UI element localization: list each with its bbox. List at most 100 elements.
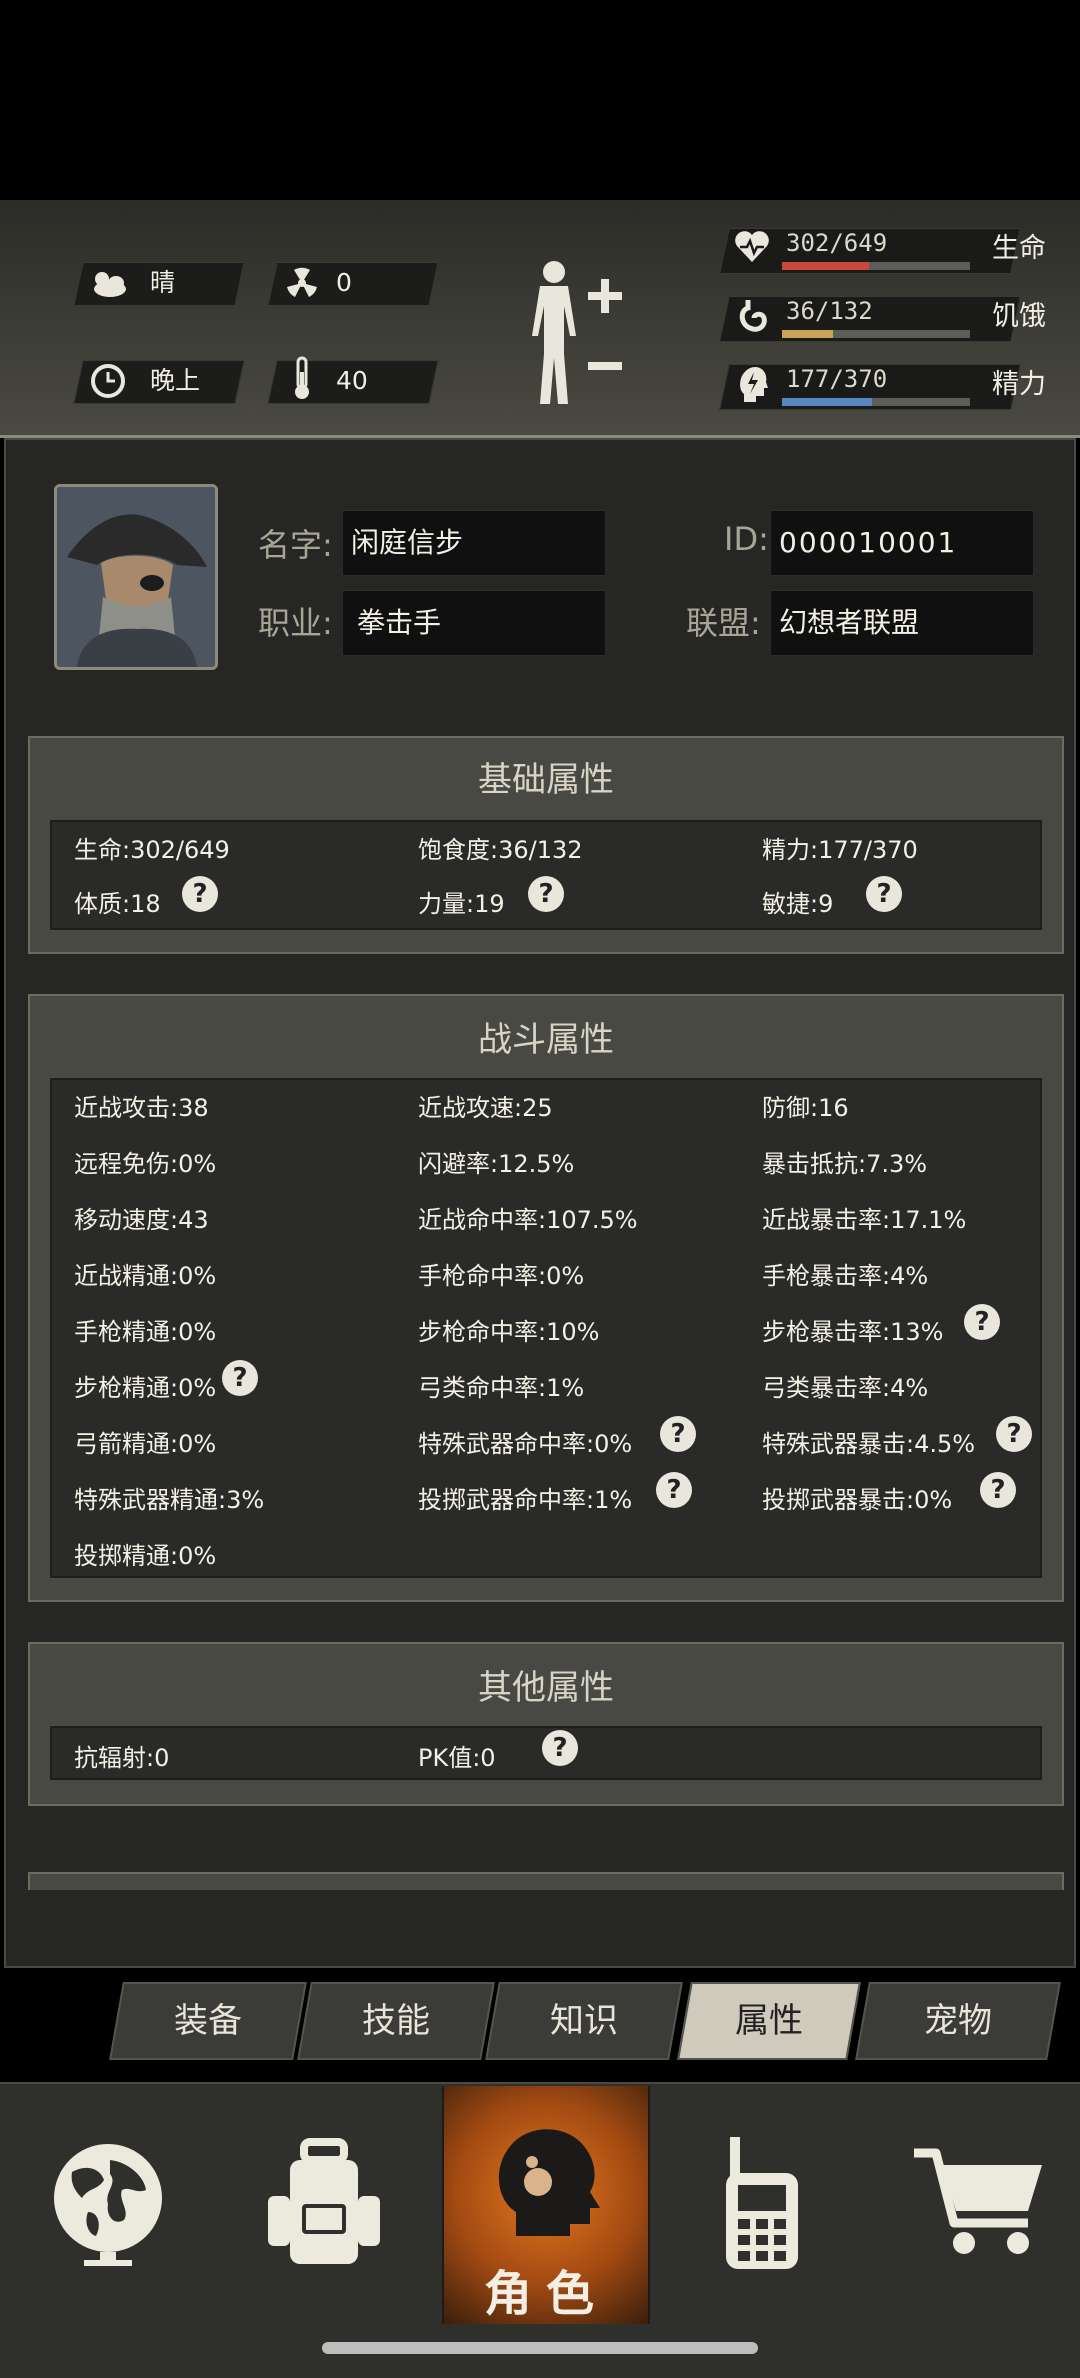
nav-world-button[interactable] [8,2090,208,2320]
hunger-label: 饥饿 [992,301,1046,332]
avatar[interactable] [54,484,218,670]
head-profile-icon [486,2116,606,2250]
status-header: 晴 0 晚上 40 302/649 生命 36/132 饥饿 177/370 精… [0,200,1080,438]
stat-special-crit: 特殊武器暴击:4.5% [762,1430,976,1458]
clock-icon [88,361,128,401]
stat-special-hit: 特殊武器命中率:0% [418,1430,633,1458]
stat-pistol-hit: 手枪命中率:0% [418,1262,585,1290]
nav-character-button[interactable]: 角色 [442,2086,650,2324]
home-indicator[interactable] [322,2342,758,2354]
tab-equipment[interactable]: 装备 [109,1982,307,2060]
basic-attributes-title: 基础属性 [478,760,614,800]
stat-rifle-crit: 步枪暴击率:13% [762,1318,944,1346]
combat-attributes-title: 战斗属性 [478,1020,614,1060]
name-field: 闲庭信步 [342,510,606,576]
help-pk-button[interactable]: ? [542,1730,578,1766]
job-label: 职业: [258,604,333,642]
tab-skills[interactable]: 技能 [297,1982,495,2060]
energy-value: 177/370 [786,365,888,393]
time-of-day-text: 晚上 [150,366,201,395]
heart-icon [734,230,770,268]
stat-melee-speed: 近战攻速:25 [418,1094,553,1122]
help-rifle-mastery-button[interactable]: ? [222,1360,258,1396]
stat-archery-mastery: 弓箭精通:0% [74,1430,217,1458]
next-section-edge [28,1872,1064,1890]
stat-special-mastery: 特殊武器精通:3% [74,1486,265,1514]
stat-bow-crit: 弓类暴击率:4% [762,1374,929,1402]
stat-strength: 力量:19 [418,890,505,918]
energy-head-icon [736,364,768,408]
stat-throw-crit: 投掷武器暴击:0% [762,1486,953,1514]
stat-constitution: 体质:18 [74,890,161,918]
stat-melee-attack: 近战攻击:38 [74,1094,209,1122]
help-constitution-button[interactable]: ? [182,876,218,912]
health-value: 302/649 [786,229,888,257]
combat-attributes-section: 战斗属性 近战攻击:38 近战攻速:25 防御:16 远程免伤:0% 闪避率:1… [28,994,1064,1602]
id-label: ID: [724,520,769,558]
name-label: 名字: [258,526,333,564]
tab-equipment-label: 装备 [174,2001,242,2041]
stat-pk-value: PK值:0 [418,1744,496,1772]
stat-bow-hit: 弓类命中率:1% [418,1374,585,1402]
stat-throw-hit: 投掷武器命中率:1% [418,1486,633,1514]
stat-ranged-reduction: 远程免伤:0% [74,1150,217,1178]
stat-throw-mastery: 投掷精通:0% [74,1542,217,1570]
stat-melee-mastery: 近战精通:0% [74,1262,217,1290]
stat-melee-hit: 近战命中率:107.5% [418,1206,638,1234]
thermometer-icon [282,356,322,399]
help-throw-hit-button[interactable]: ? [656,1472,692,1508]
other-attributes-section: 其他属性 抗辐射:0 PK值:0 ? [28,1642,1064,1806]
nav-shop-button[interactable] [880,2090,1080,2320]
walkie-talkie-icon [712,2133,812,2277]
stat-agility: 敏捷:9 [762,890,834,918]
tab-attributes-label: 属性 [735,2001,803,2041]
job-field: 拳击手 [342,590,606,656]
nav-character-label: 角色 [483,2266,608,2322]
tab-knowledge[interactable]: 知识 [485,1982,683,2060]
tab-skills-label: 技能 [362,2001,430,2041]
energy-label: 精力 [992,369,1046,400]
help-strength-button[interactable]: ? [528,876,564,912]
hunger-value: 36/132 [786,297,873,325]
body-status-icon[interactable] [520,258,630,408]
other-attributes-title: 其他属性 [478,1668,614,1708]
tab-pets[interactable]: 宠物 [855,1982,1061,2060]
cloud-sun-icon [88,263,128,303]
stat-dodge: 闪避率:12.5% [418,1150,575,1178]
globe-icon [48,2138,168,2272]
stat-defense: 防御:16 [762,1094,849,1122]
stat-pistol-mastery: 手枪精通:0% [74,1318,217,1346]
shopping-cart-icon [910,2143,1050,2267]
tab-knowledge-label: 知识 [550,2001,618,2041]
stat-health: 生命:302/649 [74,836,230,864]
stat-pistol-crit: 手枪暴击率:4% [762,1262,929,1290]
radiation-value: 0 [336,268,352,297]
nav-radio-button[interactable] [662,2090,862,2320]
energy-bar [782,398,970,406]
combat-stats-grid: 近战攻击:38 近战攻速:25 防御:16 远程免伤:0% 闪避率:12.5% … [50,1078,1042,1578]
temperature-value: 40 [336,366,368,395]
tab-attributes[interactable]: 属性 [677,1982,861,2060]
stat-satiety: 饱食度:36/132 [418,836,583,864]
alliance-field: 幻想者联盟 [770,590,1034,656]
stomach-icon [736,298,768,338]
health-bar [782,262,970,270]
tab-pets-label: 宠物 [924,2001,992,2041]
help-throw-crit-button[interactable]: ? [980,1472,1016,1508]
nav-backpack-button[interactable] [224,2090,424,2320]
help-rifle-crit-button[interactable]: ? [964,1304,1000,1340]
radiation-icon [282,263,322,303]
stat-crit-resist: 暴击抵抗:7.3% [762,1150,928,1178]
alliance-label: 联盟: [686,604,761,642]
id-field: 000010001 [770,510,1034,576]
stat-rifle-mastery: 步枪精通:0% [74,1374,217,1402]
help-special-hit-button[interactable]: ? [660,1416,696,1452]
hunger-bar [782,330,970,338]
health-label: 生命 [992,233,1046,264]
basic-attributes-section: 基础属性 生命:302/649 饱食度:36/132 精力:177/370 体质… [28,736,1064,954]
stat-radiation-resist: 抗辐射:0 [74,1744,170,1772]
attributes-panel: 名字: 闲庭信步 ID: 000010001 职业: 拳击手 联盟: 幻想者联盟… [4,438,1076,1968]
help-special-crit-button[interactable]: ? [996,1416,1032,1452]
help-agility-button[interactable]: ? [866,876,902,912]
stat-move-speed: 移动速度:43 [74,1206,209,1234]
